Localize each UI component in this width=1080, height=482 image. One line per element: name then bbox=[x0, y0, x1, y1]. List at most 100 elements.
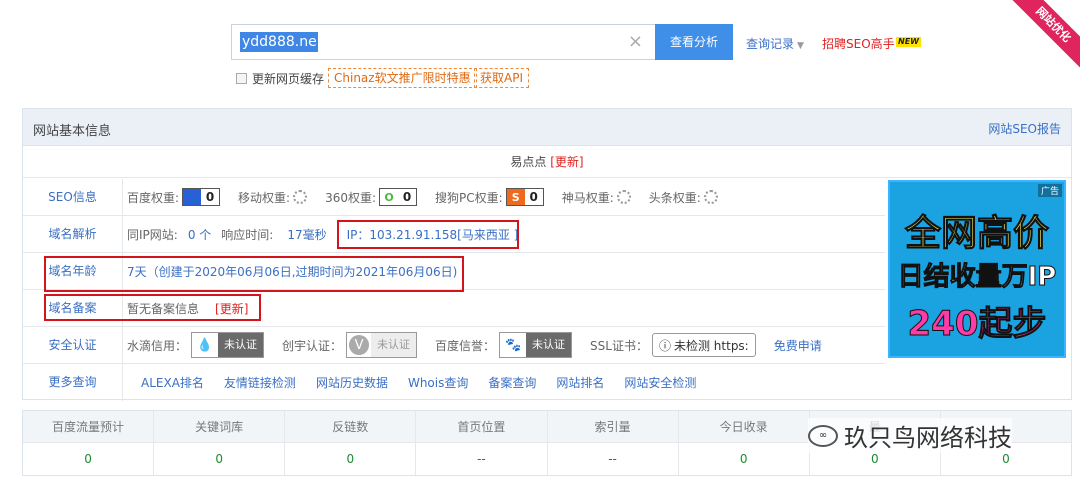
search-box[interactable]: × bbox=[231, 24, 655, 60]
site-name: 易点点 bbox=[510, 155, 547, 169]
ad-line1: 全网高价 bbox=[904, 213, 1049, 255]
360-rank[interactable]: 360权重: O0 bbox=[325, 188, 421, 206]
rank-label: 百度权重: bbox=[127, 190, 180, 205]
chevron-down-icon: ▼ bbox=[797, 41, 804, 51]
water-drop-icon: 💧 bbox=[192, 333, 219, 357]
v-shield-icon: V bbox=[349, 335, 370, 355]
refresh-cache-option[interactable]: 更新网页缓存 bbox=[236, 70, 324, 87]
security-row: 安全认证 水滴信用： 💧 未认证 创宇认证： V 未认证 百度信誉： 🐾 未认证 SS… bbox=[23, 327, 885, 364]
paw-icon: 🐾 bbox=[183, 189, 202, 205]
seo-row: SEO信息 百度权重: 🐾 0 移动权重: 360权重: O0 搜狗PC权重: S… bbox=[23, 179, 885, 216]
chuangyu-badge: 未认证 bbox=[371, 333, 417, 357]
ssl-label: SSL证书： bbox=[590, 338, 648, 353]
site-update-link[interactable]: [更新] bbox=[550, 155, 583, 169]
s-icon: S bbox=[506, 189, 525, 205]
security-label: 安全认证 bbox=[23, 327, 123, 363]
stat-value[interactable]: 0 bbox=[154, 443, 284, 475]
rank-label: 移动权重: bbox=[238, 190, 291, 205]
site-name-row: 易点点 [更新] bbox=[23, 146, 1071, 178]
shenma-rank[interactable]: 神马权重: bbox=[562, 189, 635, 206]
watermark-text: 玖只鸟网络科技 bbox=[844, 424, 1012, 452]
shuidi-cert[interactable]: 水滴信用： 💧 未认证 bbox=[127, 332, 265, 358]
whois-link[interactable]: Whois查询 bbox=[408, 374, 468, 391]
history-data-link[interactable]: 网站历史数据 bbox=[316, 374, 388, 391]
baidu-rank[interactable]: 百度权重: 🐾 0 bbox=[127, 188, 224, 206]
free-apply-link[interactable]: 免费申请 bbox=[774, 337, 822, 354]
stat-header: 首页位置 bbox=[416, 411, 547, 443]
ssl-badge: 未检测 https: bbox=[673, 338, 749, 353]
seo-label: SEO信息 bbox=[23, 179, 123, 215]
baidu-credit[interactable]: 百度信誉： 🐾 未认证 bbox=[435, 332, 573, 358]
loading-spinner-icon bbox=[703, 190, 718, 204]
stat-col: 反链数 0 bbox=[285, 411, 417, 475]
same-ip-label: 同IP网站: bbox=[127, 227, 178, 242]
stat-value[interactable]: 0 bbox=[285, 443, 415, 475]
stat-col: 索引量 -- bbox=[547, 411, 679, 475]
baidu-credit-badge: 未认证 bbox=[526, 333, 572, 357]
response-label: 响应时间: bbox=[221, 227, 274, 242]
loading-spinner-icon bbox=[616, 190, 631, 204]
promo-link[interactable]: Chinaz软文推广限时特惠 bbox=[328, 68, 477, 88]
corner-ribbon[interactable]: 网站优化 bbox=[1006, 0, 1080, 72]
seo-report-link[interactable]: 网站SEO报告 bbox=[988, 120, 1061, 137]
stat-col: 今日收录 0 bbox=[678, 411, 810, 475]
seo-ranks: 百度权重: 🐾 0 移动权重: 360权重: O0 搜狗PC权重: S0 神马权重… bbox=[127, 179, 736, 215]
stat-header: 关键词库 bbox=[154, 411, 285, 443]
stat-value[interactable]: 0 bbox=[679, 443, 809, 475]
refresh-cache-label: 更新网页缓存 bbox=[252, 72, 325, 86]
stat-header: 索引量 bbox=[547, 411, 678, 443]
baidu-credit-label: 百度信誉： bbox=[435, 338, 496, 353]
new-badge: NEW bbox=[896, 37, 921, 47]
close-icon[interactable]: × bbox=[628, 31, 643, 53]
ad-line3: 240起步 bbox=[907, 304, 1047, 345]
security-check-link[interactable]: 网站安全检测 bbox=[624, 374, 696, 391]
highlight-box bbox=[44, 256, 464, 292]
more-query-label: 更多查询 bbox=[23, 364, 123, 401]
security-info: 水滴信用： 💧 未认证 创宇认证： V 未认证 百度信誉： 🐾 未认证 SSL证书： … bbox=[127, 327, 822, 363]
rank-label: 360权重: bbox=[325, 190, 377, 205]
alexa-link[interactable]: ALEXA排名 bbox=[141, 374, 204, 391]
info-icon: ⓘ bbox=[658, 338, 671, 353]
refresh-cache-checkbox[interactable] bbox=[236, 73, 247, 84]
query-history-link[interactable]: 查询记录 ▼ bbox=[746, 35, 804, 52]
ad-tag: 广告 bbox=[1037, 184, 1062, 197]
panel-title: 网站基本信息 bbox=[33, 124, 112, 139]
highlight-box bbox=[44, 294, 261, 321]
stat-header: 百度流量预计 bbox=[23, 411, 154, 443]
stat-col: 首页位置 -- bbox=[416, 411, 548, 475]
panel-header: 网站基本信息 网站SEO报告 bbox=[23, 109, 1071, 146]
toutiao-rank[interactable]: 头条权重: bbox=[649, 189, 722, 206]
stat-col: 关键词库 0 bbox=[154, 411, 286, 475]
rank-label: 搜狗PC权重: bbox=[435, 190, 503, 205]
analyze-button[interactable]: 查看分析 bbox=[655, 24, 733, 60]
site-rank-link[interactable]: 网站排名 bbox=[556, 374, 604, 391]
loading-spinner-icon bbox=[293, 190, 308, 204]
friend-link-check[interactable]: 友情链接检测 bbox=[224, 374, 296, 391]
stat-value[interactable]: -- bbox=[548, 443, 678, 475]
stat-header: 反链数 bbox=[285, 411, 416, 443]
response-value: 17毫秒 bbox=[287, 227, 327, 242]
stat-value[interactable]: -- bbox=[416, 443, 546, 475]
icp-query-link[interactable]: 备案查询 bbox=[488, 374, 536, 391]
dns-label: 域名解析 bbox=[23, 216, 123, 252]
mobile-rank[interactable]: 移动权重: bbox=[238, 189, 311, 206]
shuidi-badge: 未认证 bbox=[218, 333, 264, 357]
shuidi-label: 水滴信用： bbox=[127, 338, 188, 353]
stat-header: 今日收录 bbox=[678, 411, 809, 443]
api-link[interactable]: 获取API bbox=[474, 68, 529, 88]
ad-banner[interactable]: 广告 全网高价 日结收量万IP 240起步 bbox=[888, 180, 1066, 358]
rank-value: 0 bbox=[398, 189, 417, 205]
paw-icon: 🐾 bbox=[500, 333, 527, 357]
recruit-seo-link[interactable]: 招聘SEO高手 bbox=[822, 35, 895, 52]
sogou-rank[interactable]: 搜狗PC权重: S0 bbox=[435, 188, 548, 206]
chuangyu-cert[interactable]: 创宇认证： V 未认证 bbox=[282, 332, 418, 358]
rank-value: 0 bbox=[201, 189, 220, 205]
stat-value[interactable]: 0 bbox=[23, 443, 153, 475]
stat-col: 百度流量预计 0 bbox=[23, 411, 155, 475]
same-ip-value[interactable]: 0 个 bbox=[188, 226, 211, 243]
o-icon: O bbox=[380, 189, 399, 205]
ad-line2: 日结收量万IP bbox=[897, 262, 1057, 293]
wechat-icon: ∞ bbox=[808, 424, 838, 447]
search-input[interactable] bbox=[240, 32, 318, 52]
ssl-cert[interactable]: SSL证书： ⓘ 未检测 https: bbox=[590, 333, 756, 357]
